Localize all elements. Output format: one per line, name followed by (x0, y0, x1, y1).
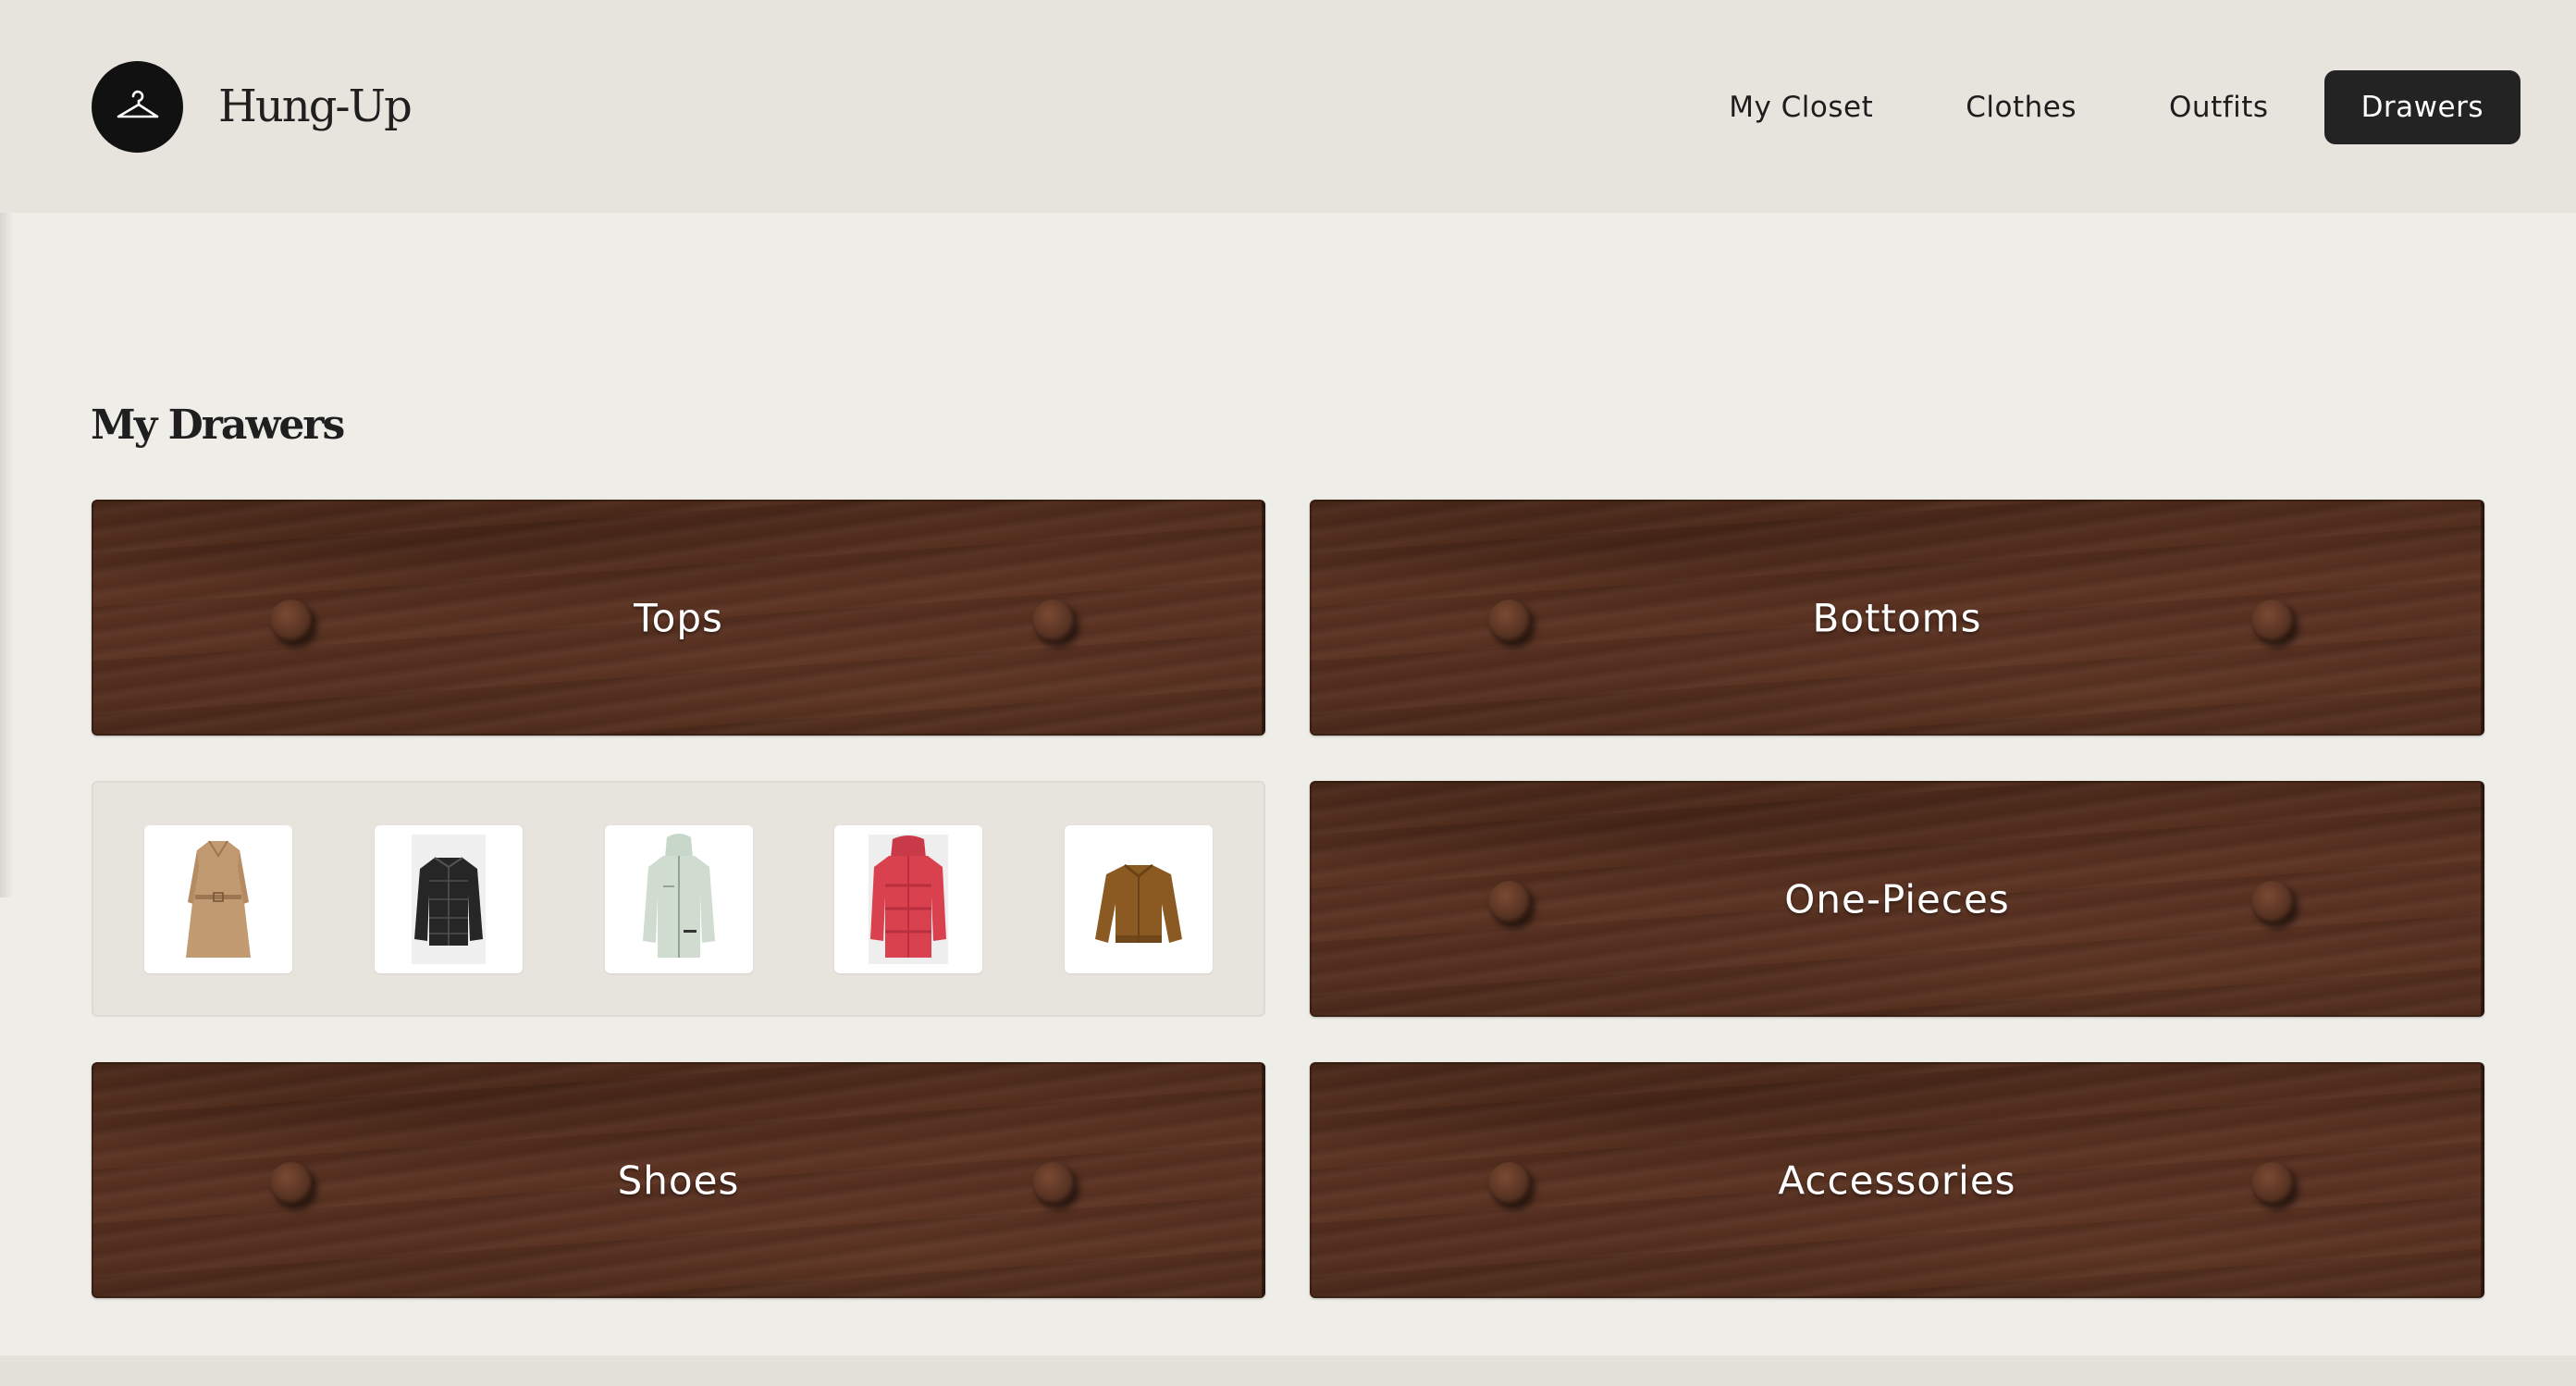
drawer-tops[interactable]: Tops (92, 500, 1265, 736)
clothing-item[interactable] (1065, 824, 1213, 973)
nav-clothes[interactable]: Clothes (1919, 70, 2123, 144)
brand-name[interactable]: Hung-Up (218, 80, 413, 132)
top-navbar: Hung-Up My Closet Clothes Outfits Drawer… (0, 0, 2576, 213)
red-puffer-jacket-icon (869, 834, 949, 964)
drawer-accessories[interactable]: Accessories (1310, 1062, 2484, 1298)
drawer-label: One-Pieces (1784, 876, 2010, 922)
main-nav: My Closet Clothes Outfits Drawers (1682, 70, 2521, 144)
clothing-item[interactable] (374, 824, 523, 973)
clothing-item[interactable] (834, 824, 983, 973)
hanger-icon (117, 90, 158, 118)
camel-trench-coat-icon (186, 839, 251, 958)
page-title: My Drawers (91, 402, 345, 449)
nav-outfits[interactable]: Outfits (2123, 70, 2315, 144)
clothing-item[interactable] (604, 824, 753, 973)
clothing-item[interactable] (144, 824, 292, 973)
black-puffer-jacket-icon (411, 834, 486, 964)
drawer-label: Tops (634, 595, 723, 640)
drawers-grid: Tops Bottoms One-Pieces Shoes Accessorie… (92, 500, 2484, 1298)
drawer-bottoms[interactable]: Bottoms (1310, 500, 2484, 736)
nav-drawers[interactable]: Drawers (2323, 70, 2521, 144)
drawer-label: Accessories (1778, 1157, 2016, 1203)
drawer-label: Bottoms (1812, 595, 1982, 640)
mint-hooded-jacket-icon (642, 833, 715, 958)
open-drawer-tray (92, 781, 1265, 1017)
nav-my-closet[interactable]: My Closet (1682, 70, 1919, 144)
drawer-label: Shoes (617, 1157, 740, 1203)
drawers-page: Hung-Up My Closet Clothes Outfits Drawer… (0, 0, 2576, 1386)
brown-bomber-jacket-icon (1095, 863, 1182, 943)
drawer-shoes[interactable]: Shoes (92, 1062, 1265, 1298)
logo[interactable] (92, 60, 183, 153)
drawer-one-pieces[interactable]: One-Pieces (1310, 781, 2484, 1017)
footer-bar (0, 1355, 2576, 1386)
left-edge-shadow (0, 213, 13, 897)
